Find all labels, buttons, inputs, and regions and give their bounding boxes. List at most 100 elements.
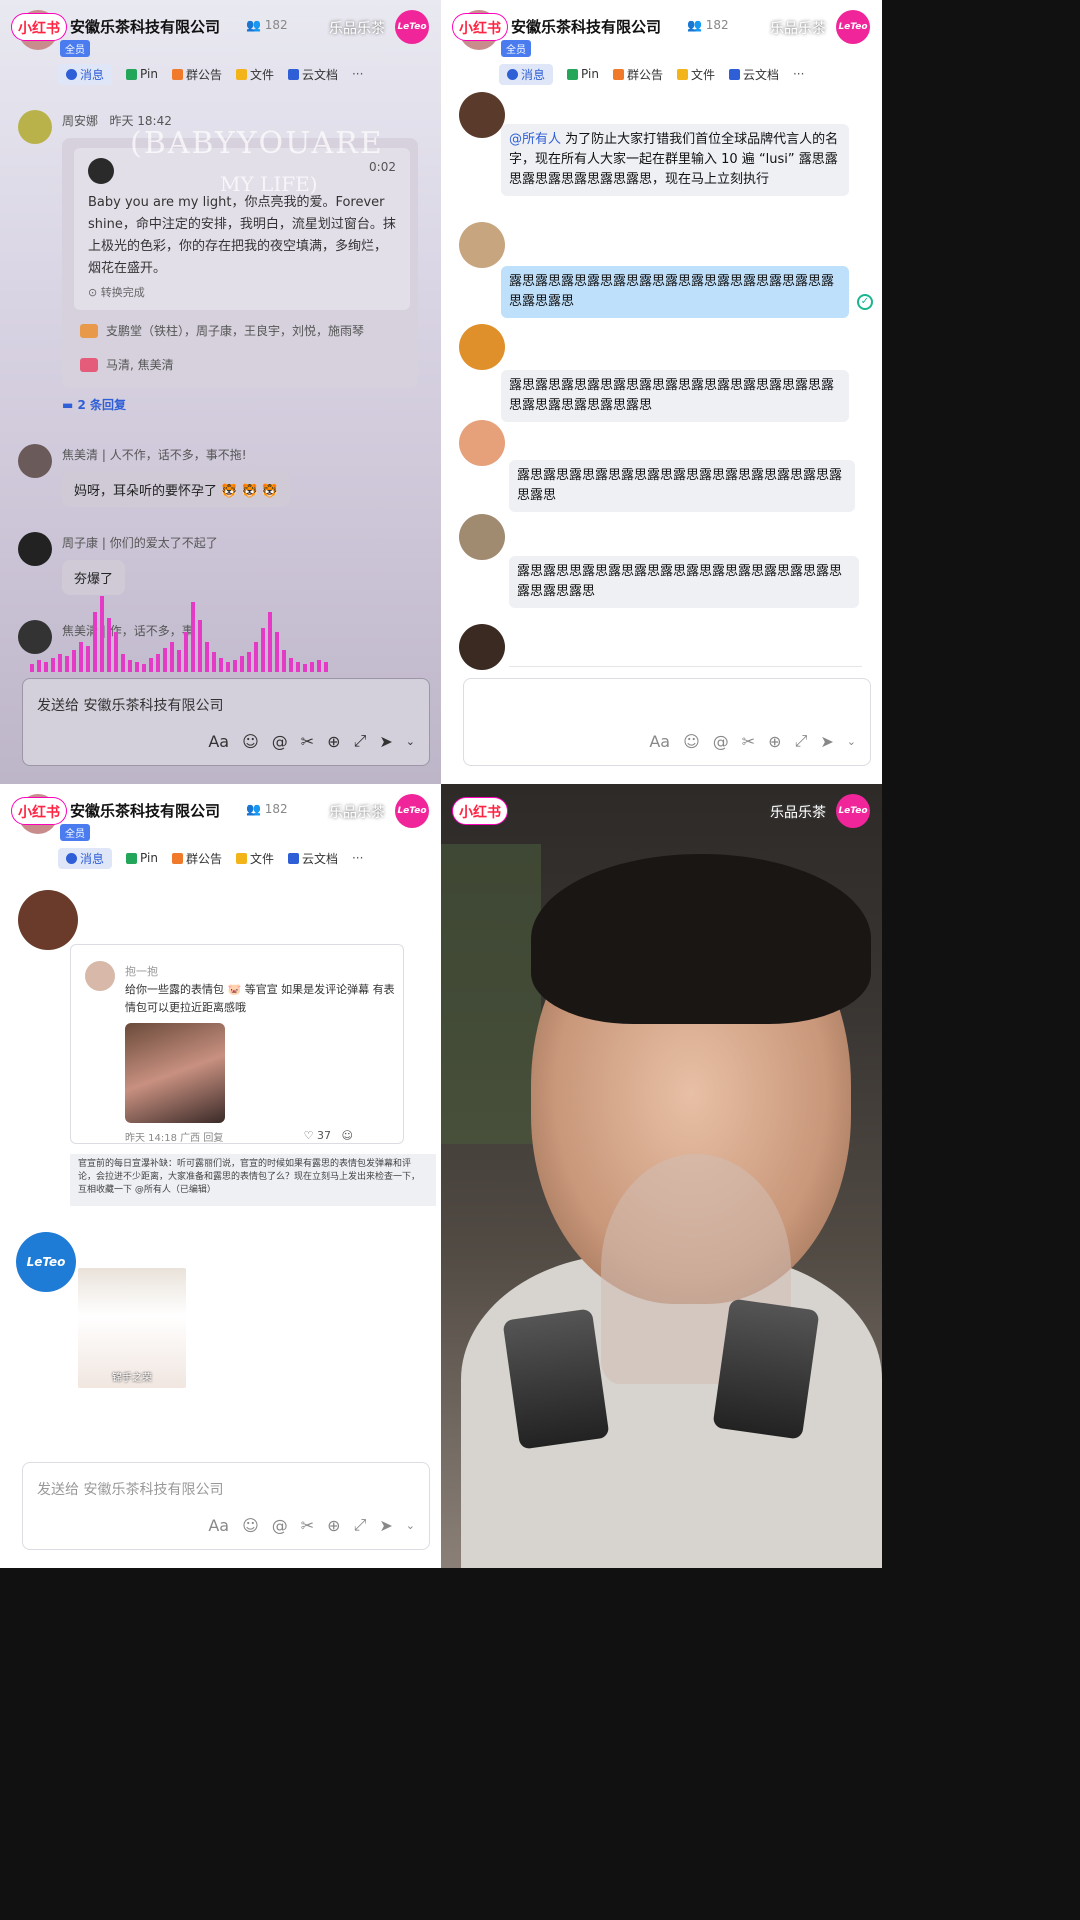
chevron-down-icon[interactable]: ⌄ xyxy=(406,1519,415,1532)
expand-icon[interactable]: ⤢ xyxy=(795,731,808,751)
sender-avatar[interactable] xyxy=(459,92,505,138)
chevron-down-icon[interactable]: ⌄ xyxy=(406,735,415,748)
message-bubble[interactable]: 露思露思露思露思露思露思露思露思露思露思露思露思露思露思露思露思露思露思 xyxy=(501,370,849,422)
tab-pin[interactable]: Pin xyxy=(567,67,599,81)
tab-cloud-docs[interactable]: 云文档 xyxy=(287,850,338,867)
megaphone-icon xyxy=(171,68,183,80)
send-icon[interactable]: ➤ xyxy=(379,732,392,751)
xhs-logo: 小红书 xyxy=(453,798,507,824)
brand-watermark: 乐品乐茶 xyxy=(770,21,826,37)
brand-watermark: 乐品乐茶 xyxy=(770,805,826,821)
scissors-icon[interactable]: ✂ xyxy=(301,732,314,751)
sticker-image[interactable]: 锦手之荣 xyxy=(78,1268,186,1388)
scissors-icon[interactable]: ✂ xyxy=(301,1516,314,1535)
voice-play-icon[interactable] xyxy=(88,158,114,184)
more-tabs-button[interactable]: ··· xyxy=(793,67,804,81)
tab-files[interactable]: 文件 xyxy=(676,66,715,83)
tab-announcement[interactable]: 群公告 xyxy=(612,66,663,83)
message-bubble[interactable]: 妈呀，耳朵听的要怀孕了 🐯 🐯 🐯 xyxy=(62,472,290,507)
expand-icon[interactable]: ⤢ xyxy=(354,731,367,751)
shared-post-card[interactable]: 抱一抱 给你一些露的表情包 🐷 等官宣 如果是发评论弹幕 有表情包可以更拉近距离… xyxy=(70,944,404,1144)
tab-cloud-docs[interactable]: 云文档 xyxy=(287,66,338,83)
expand-icon[interactable]: ⤢ xyxy=(354,1515,367,1535)
message-composer[interactable]: 发送给 安徽乐茶科技有限公司 Aa ☺ @ ✂ ⊕ ⤢ ➤ ⌄ xyxy=(22,1462,430,1550)
lyrics-overlay-subtitle: MY LIFE) xyxy=(220,172,318,196)
waveform-bar xyxy=(282,650,286,672)
send-icon[interactable]: ➤ xyxy=(820,732,833,751)
tab-messages[interactable]: 消息 xyxy=(499,63,554,85)
message-bubble-own[interactable]: 露思露思露思露思露思露思露思露思露思露思露思露思露思露思露思 xyxy=(501,266,849,318)
sender-avatar[interactable] xyxy=(459,324,505,370)
tab-pin[interactable]: Pin xyxy=(126,851,158,865)
waveform-bar xyxy=(142,664,146,672)
like-count[interactable]: ♡ 37 ☺ xyxy=(304,1129,353,1142)
sender-avatar[interactable]: LeTeo xyxy=(16,1232,76,1292)
tab-messages[interactable]: 消息 xyxy=(58,63,113,85)
send-icon[interactable]: ➤ xyxy=(379,1516,392,1535)
tab-messages[interactable]: 消息 xyxy=(58,847,113,869)
post-image[interactable] xyxy=(125,1023,225,1123)
waveform-bar xyxy=(93,612,97,672)
sender-avatar[interactable] xyxy=(18,532,52,566)
sender-avatar[interactable] xyxy=(459,514,505,560)
pistol-sticker-right xyxy=(712,1298,820,1440)
chevron-down-icon[interactable]: ⌄ xyxy=(847,735,856,748)
background-shelf xyxy=(441,844,541,1144)
tab-cloud-docs[interactable]: 云文档 xyxy=(728,66,779,83)
mention-all[interactable]: @所有人 xyxy=(509,132,561,147)
xhs-logo: 小红书 xyxy=(12,798,66,824)
sender-avatar[interactable] xyxy=(18,110,52,144)
emoji-icon[interactable]: ☺ xyxy=(242,1516,259,1535)
xhs-logo: 小红书 xyxy=(453,14,507,40)
mention-icon[interactable]: @ xyxy=(272,1516,288,1535)
tab-files[interactable]: 文件 xyxy=(235,66,274,83)
waveform-bar xyxy=(51,658,55,672)
mention-icon[interactable]: @ xyxy=(713,732,729,751)
message-bubble[interactable]: @所有人 为了防止大家打错我们首位全球品牌代言人的名字，现在所有人大家一起在群里… xyxy=(501,124,849,196)
waveform-bar xyxy=(114,632,118,672)
sender-avatar[interactable] xyxy=(18,890,78,950)
sender-avatar[interactable] xyxy=(459,624,505,670)
all-members-badge: 全员 xyxy=(60,824,90,841)
reaction-row[interactable]: 马清, 焦美清 xyxy=(80,356,174,373)
voice-transcript: Baby you are my light，你点亮我的爱。Forever shi… xyxy=(88,195,396,276)
more-tabs-button[interactable]: ··· xyxy=(352,851,363,865)
waveform-bar xyxy=(303,664,307,672)
font-format-icon[interactable]: Aa xyxy=(649,732,670,751)
tab-announcement[interactable]: 群公告 xyxy=(171,66,222,83)
replies-link[interactable]: ▬ 2 条回复 xyxy=(62,396,126,413)
message-bubble[interactable]: 夯爆了 xyxy=(62,560,126,595)
group-title[interactable]: 安徽乐茶科技有限公司 xyxy=(511,16,661,37)
tab-files[interactable]: 文件 xyxy=(235,850,274,867)
waveform-bar xyxy=(240,656,244,672)
message-bubble[interactable]: 露思露思思露思露思露思露思露思露思露思露思露思露思露思露思露思 xyxy=(509,556,859,608)
sender-name: 焦美清 | 人不作，话不多，事不拖! xyxy=(62,448,247,462)
waveform-bar xyxy=(247,652,251,672)
sender-avatar[interactable] xyxy=(18,444,52,478)
composer-toolbar: Aa ☺ @ ✂ ⊕ ⤢ ➤ ⌄ xyxy=(208,1515,415,1535)
tab-pin[interactable]: Pin xyxy=(126,67,158,81)
leteo-logo: LeTeo xyxy=(395,794,429,828)
sender-avatar[interactable] xyxy=(459,222,505,268)
emoji-icon[interactable]: ☺ xyxy=(242,732,259,751)
more-tabs-button[interactable]: ··· xyxy=(352,67,363,81)
xhs-logo: 小红书 xyxy=(12,14,66,40)
tab-announcement[interactable]: 群公告 xyxy=(171,850,222,867)
message-composer[interactable]: Aa ☺ @ ✂ ⊕ ⤢ ➤ ⌄ xyxy=(463,678,871,766)
emoji-icon[interactable]: ☺ xyxy=(683,732,700,751)
font-format-icon[interactable]: Aa xyxy=(208,1516,229,1535)
add-icon[interactable]: ⊕ xyxy=(327,732,340,751)
font-format-icon[interactable]: Aa xyxy=(208,732,229,751)
add-icon[interactable]: ⊕ xyxy=(768,732,781,751)
mention-icon[interactable]: @ xyxy=(272,732,288,751)
group-title[interactable]: 安徽乐茶科技有限公司 xyxy=(70,16,220,37)
add-icon[interactable]: ⊕ xyxy=(327,1516,340,1535)
reaction-row[interactable]: 支鹏堂（铁柱），周子康，王良宇，刘悦，施雨琴 xyxy=(80,322,364,339)
scissors-icon[interactable]: ✂ xyxy=(742,732,755,751)
chat-panel-stickers: 小红书 安徽乐茶科技有限公司 👥 182 乐品乐茶 LeTeo 全员 消息 Pi… xyxy=(0,784,441,1568)
group-title[interactable]: 安徽乐茶科技有限公司 xyxy=(70,800,220,821)
message-bubble[interactable]: 露思露思露思露思露思露思露思露思露思露思露思露思露思露思 xyxy=(509,460,855,512)
brand-watermark: 乐品乐茶 xyxy=(329,21,385,37)
sender-avatar[interactable] xyxy=(459,420,505,466)
message-composer[interactable]: 发送给 安徽乐茶科技有限公司 Aa ☺ @ ✂ ⊕ ⤢ ➤ ⌄ xyxy=(22,678,430,766)
